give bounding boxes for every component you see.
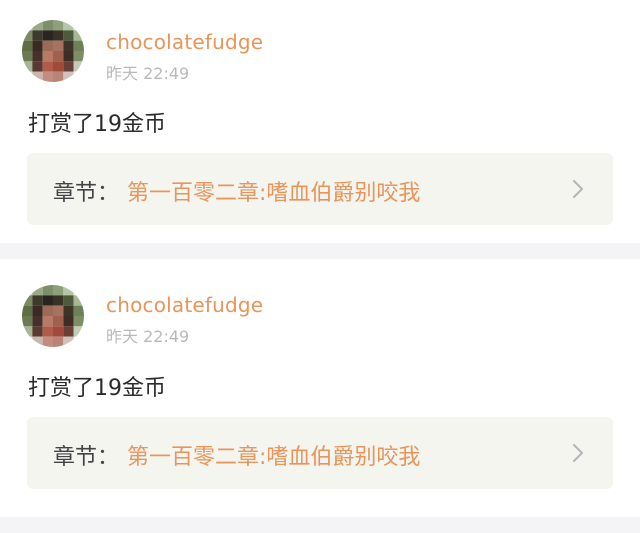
chapter-link-card[interactable]: 章节： 第一百零二章:嗜血伯爵别咬我 <box>27 153 613 225</box>
timestamp: 昨天 22:49 <box>106 64 190 83</box>
username[interactable]: chocolatefudge <box>106 293 263 317</box>
chevron-right-icon <box>573 180 583 198</box>
timestamp: 昨天 22:49 <box>106 327 190 346</box>
chapter-title: 第一百零二章:嗜血伯爵别咬我 <box>127 445 421 470</box>
chapter-prefix-label: 章节： <box>53 181 120 206</box>
chevron-right-icon <box>573 444 583 462</box>
username[interactable]: chocolatefudge <box>106 30 263 54</box>
reward-message: 打赏了19金币 <box>28 376 166 401</box>
chapter-title: 第一百零二章:嗜血伯爵别咬我 <box>127 181 421 206</box>
pixelated-avatar-icon <box>22 285 84 347</box>
feed-post: chocolatefudge 昨天 22:49 打赏了19金币 章节： 第一百零… <box>0 0 640 243</box>
reward-message: 打赏了19金币 <box>28 112 166 137</box>
reward-feed: chocolatefudge 昨天 22:49 打赏了19金币 章节： 第一百零… <box>0 0 640 533</box>
avatar[interactable] <box>22 285 84 347</box>
feed-post: chocolatefudge 昨天 22:49 打赏了19金币 章节： 第一百零… <box>0 259 640 509</box>
chapter-link-card[interactable]: 章节： 第一百零二章:嗜血伯爵别咬我 <box>27 417 613 489</box>
post-separator <box>0 517 640 533</box>
avatar[interactable] <box>22 20 84 82</box>
post-separator <box>0 243 640 259</box>
pixelated-avatar-icon <box>22 20 84 82</box>
chapter-prefix-label: 章节： <box>53 445 120 470</box>
